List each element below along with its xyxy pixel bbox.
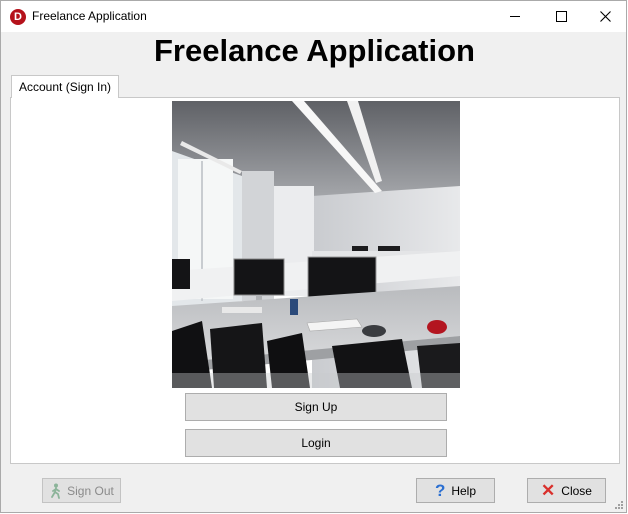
- page-title: Freelance Application: [154, 33, 475, 68]
- sign-out-label: Sign Out: [67, 483, 114, 498]
- office-image: [172, 101, 460, 388]
- walking-person-icon: [51, 483, 61, 499]
- question-icon: ?: [434, 481, 446, 500]
- help-button[interactable]: ? Help: [416, 478, 495, 503]
- minimize-icon: [510, 16, 520, 17]
- title-bar: D Freelance Application: [1, 1, 626, 32]
- resize-grip-icon[interactable]: [613, 499, 623, 509]
- x-icon: ✕: [541, 481, 556, 500]
- help-label: Help: [451, 483, 477, 498]
- maximize-icon: [555, 11, 567, 22]
- close-button[interactable]: ✕ Close: [527, 478, 606, 503]
- login-button[interactable]: Login: [185, 429, 447, 457]
- close-label: Close: [561, 483, 592, 498]
- app-icon: D: [10, 9, 26, 25]
- sign-out-button[interactable]: Sign Out: [42, 478, 121, 503]
- application-window: D Freelance Application Freelance Applic…: [0, 0, 627, 513]
- window-close-button[interactable]: [582, 1, 628, 32]
- minimize-button[interactable]: [492, 1, 538, 32]
- window-title: Freelance Application: [32, 9, 147, 23]
- tab-account-sign-in[interactable]: Account (Sign In): [11, 75, 120, 98]
- sign-up-button[interactable]: Sign Up: [185, 393, 447, 421]
- close-icon: [599, 11, 611, 22]
- maximize-button[interactable]: [538, 1, 584, 32]
